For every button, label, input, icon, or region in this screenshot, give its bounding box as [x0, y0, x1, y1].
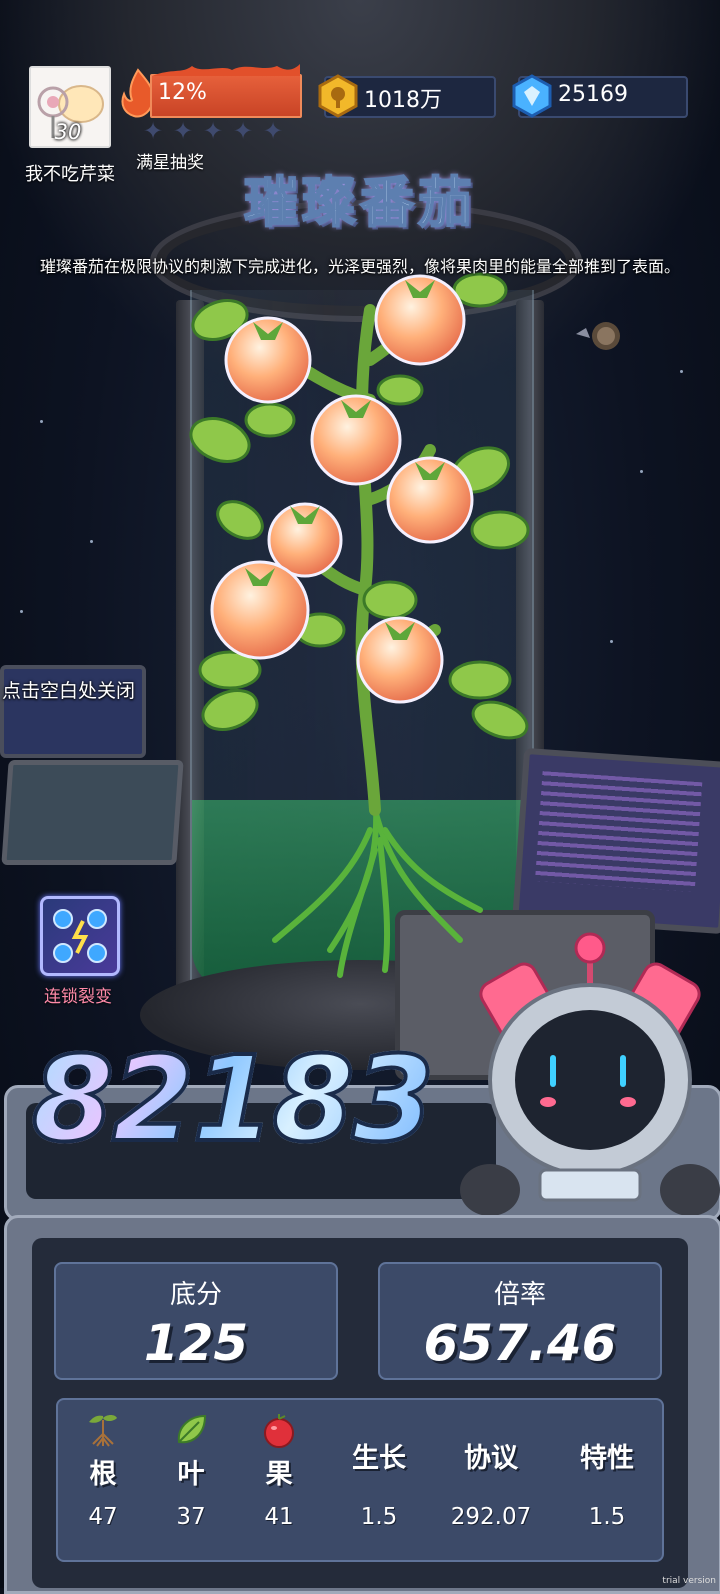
fruit-icon	[264, 1414, 294, 1448]
total-score: 82183	[30, 1028, 437, 1170]
close-hint[interactable]: 点击空白处关闭	[2, 676, 135, 703]
column-value: 41	[264, 1504, 294, 1530]
multiplier-box: 倍率 657.46	[378, 1262, 662, 1380]
star-icon: ✦	[202, 117, 224, 145]
trial-watermark: trial version	[662, 1576, 716, 1586]
base-score-label: 底分	[169, 1280, 222, 1310]
lottery-progress-text: 12%	[158, 80, 207, 105]
column-label: 生长	[352, 1443, 406, 1474]
chain-fission-label: 连锁裂变	[44, 987, 112, 1007]
player-level: 30	[54, 120, 82, 144]
star-icon: ✦	[172, 117, 194, 145]
star	[90, 540, 93, 543]
star	[680, 370, 683, 373]
gem-counter[interactable]: 25169	[512, 74, 688, 118]
root-icon	[89, 1415, 117, 1447]
column-label: 特性	[580, 1443, 634, 1474]
column-label: 果	[265, 1459, 293, 1490]
star	[610, 640, 613, 643]
multiplier-value: 657.46	[423, 1314, 617, 1372]
coin-counter[interactable]: 1018万	[318, 74, 496, 118]
planet-icon	[576, 322, 620, 350]
lottery-stars: ✦ ✦ ✦ ✦ ✦	[140, 118, 286, 144]
coin-value: 1018万	[364, 88, 442, 113]
gem-value: 25169	[558, 82, 628, 107]
base-score-value: 125	[143, 1314, 249, 1372]
breakdown-table: 根 47 叶 37 果 41 生长 1.5 协议 292.07 特性 1.5	[56, 1398, 664, 1562]
column-value: 292.07	[450, 1504, 532, 1530]
plant-description: 璀璨番茄在极限协议的刺激下完成进化，光泽更强烈，像将果肉里的能量全部推到了表面。	[40, 257, 681, 276]
star	[640, 470, 643, 473]
column-label: 叶	[177, 1459, 205, 1490]
star-icon: ✦	[262, 117, 284, 145]
leaf-icon	[177, 1414, 207, 1444]
column-value: 37	[176, 1504, 206, 1530]
base-score-box: 底分 125	[54, 1262, 338, 1380]
column-value: 47	[88, 1504, 118, 1530]
chain-fission-icon	[53, 909, 107, 963]
coin-icon	[318, 74, 358, 118]
star	[20, 610, 23, 613]
plant-title: 璀璨番茄	[243, 170, 476, 235]
left-console	[1, 760, 184, 865]
column-label: 根	[89, 1459, 117, 1490]
tomato-plant-image	[189, 272, 530, 978]
multiplier-label: 倍率	[493, 1280, 546, 1310]
star-icon: ✦	[142, 117, 164, 145]
column-value: 1.5	[588, 1504, 626, 1530]
gem-icon	[512, 74, 552, 118]
chain-fission-button[interactable]	[40, 896, 120, 976]
column-value: 1.5	[360, 1504, 398, 1530]
star	[40, 420, 43, 423]
column-label: 协议	[464, 1443, 518, 1474]
star-icon: ✦	[232, 117, 254, 145]
robot-mascot-image	[460, 932, 720, 1216]
